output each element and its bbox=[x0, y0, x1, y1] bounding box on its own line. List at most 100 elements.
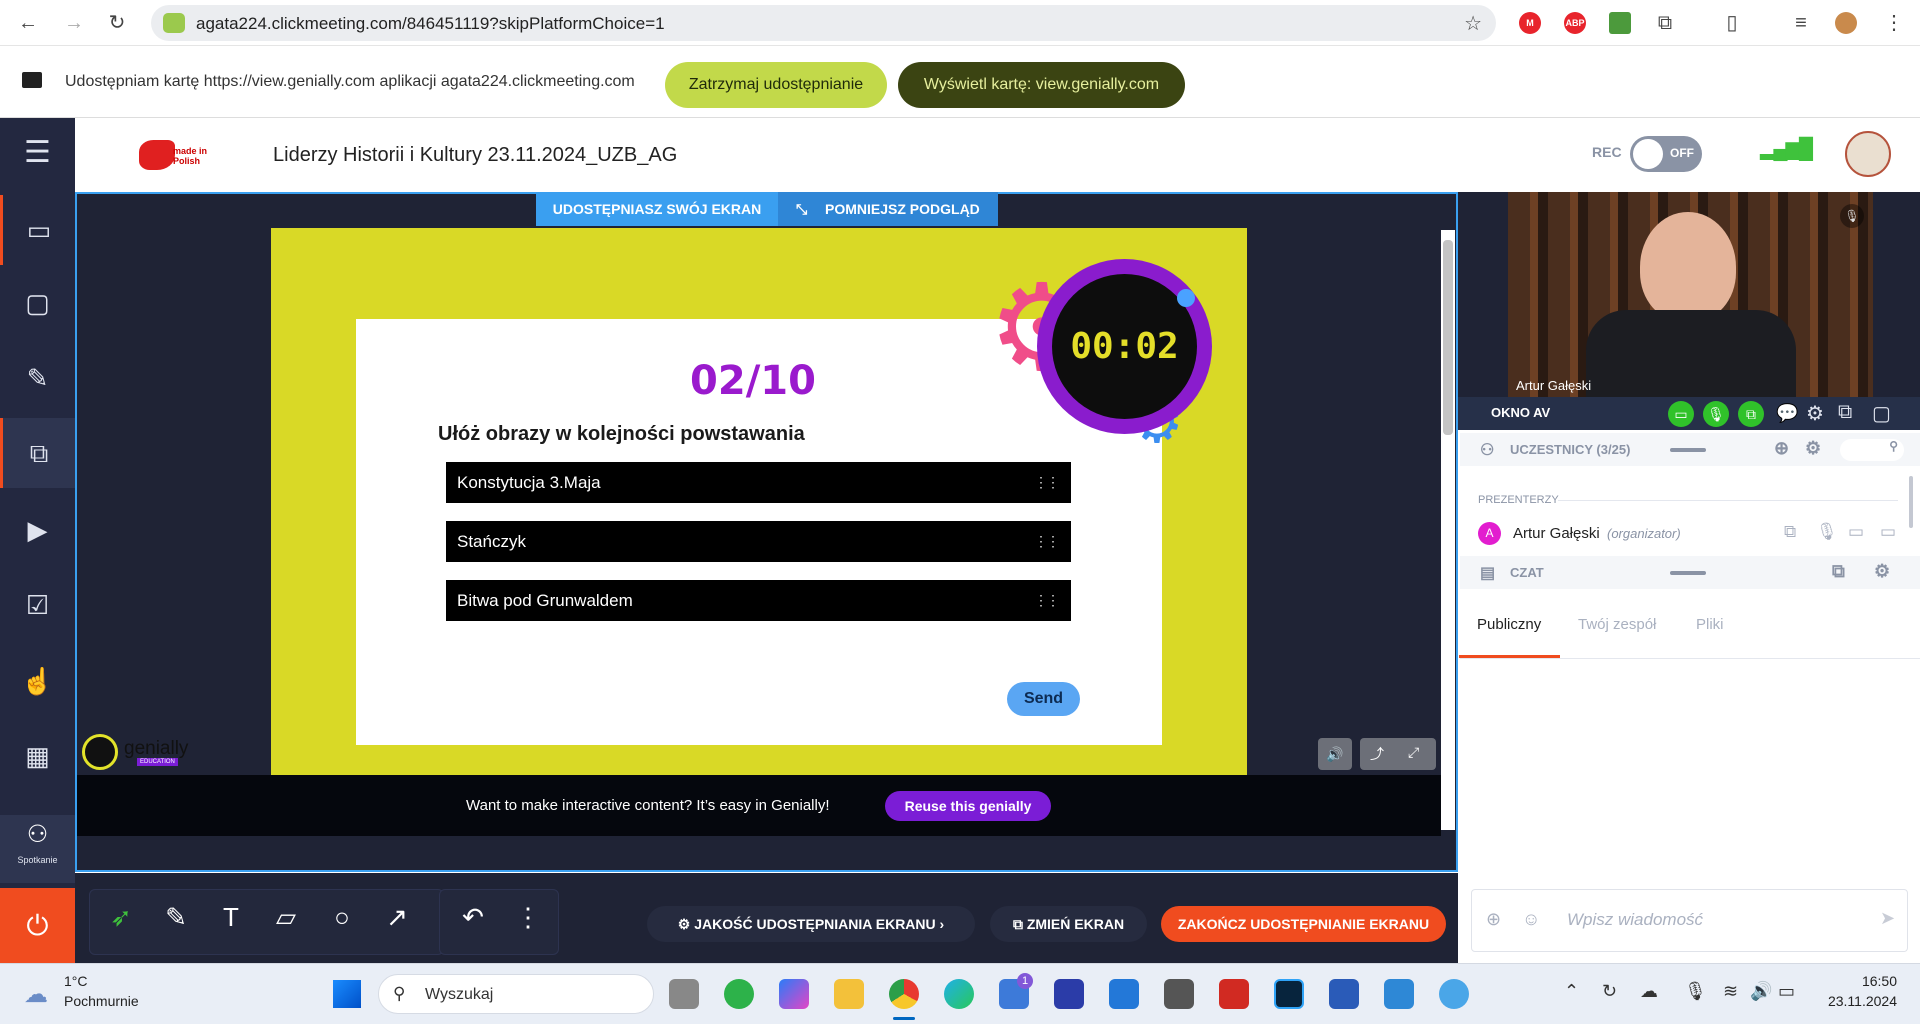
folder-icon[interactable]: ▢ bbox=[0, 268, 75, 338]
edge-icon[interactable] bbox=[944, 979, 974, 1009]
onedrive-cloud-icon[interactable]: ☁ bbox=[1640, 981, 1658, 1002]
circle-tool-icon[interactable]: ○ bbox=[324, 899, 360, 935]
adblock-extension-icon[interactable]: ABP bbox=[1564, 12, 1586, 34]
chrome-icon[interactable] bbox=[889, 979, 919, 1009]
tab-twoj-zespol[interactable]: Twój zespół bbox=[1578, 616, 1656, 633]
pen-tool-icon[interactable]: ✎ bbox=[158, 899, 194, 935]
screen-share-icon[interactable]: ⧉ bbox=[0, 418, 75, 488]
tray-chevron-up-icon[interactable]: ⌃ bbox=[1564, 981, 1579, 1002]
change-screen-button[interactable]: ⧉ ZMIEŃ EKRAN bbox=[990, 906, 1147, 942]
pointer-tool-icon[interactable]: ➶ bbox=[103, 899, 139, 935]
microphone-icon[interactable]: 🎙 bbox=[1684, 981, 1707, 1002]
file-explorer-icon[interactable] bbox=[834, 979, 864, 1009]
participants-settings-icon[interactable]: ⚙ bbox=[1805, 438, 1821, 459]
volume-tray-icon[interactable]: 🔊 bbox=[1750, 981, 1772, 1002]
camera-on-icon[interactable]: ▭ bbox=[1668, 401, 1694, 427]
arrow-tool-icon[interactable]: ↗ bbox=[379, 899, 415, 935]
volume-icon[interactable]: 🔊 bbox=[1318, 738, 1352, 770]
copilot-icon[interactable] bbox=[779, 979, 809, 1009]
reading-list-icon[interactable]: ▯ bbox=[1720, 11, 1744, 35]
app-icon[interactable] bbox=[1164, 979, 1194, 1009]
sticky-note-tool-icon[interactable]: ▱ bbox=[268, 899, 304, 935]
undo-icon[interactable]: ↶ bbox=[455, 899, 491, 935]
send-message-icon[interactable]: ➤ bbox=[1880, 908, 1895, 929]
edit-note-icon[interactable]: ✎ bbox=[0, 343, 75, 413]
media-control-icon[interactable]: ≡ bbox=[1789, 11, 1813, 35]
participants-header[interactable]: ⚇ UCZESTNICY (3/25) ⊕ ⚙ ⚲ bbox=[1460, 433, 1920, 466]
calendar-icon[interactable] bbox=[1109, 979, 1139, 1009]
sync-icon[interactable]: ↻ bbox=[1602, 981, 1617, 1002]
order-item[interactable]: Konstytucja 3.Maja ⋮⋮ bbox=[446, 462, 1071, 503]
video-camera-icon[interactable]: ▭ bbox=[0, 195, 75, 265]
share-icon[interactable]: ⤴ bbox=[1370, 744, 1384, 764]
rec-toggle[interactable]: OFF bbox=[1630, 136, 1702, 172]
screen-share-active-icon[interactable]: ⧉ bbox=[1738, 401, 1764, 427]
presenter-camera-icon[interactable]: ▭ bbox=[1848, 522, 1864, 542]
clipboard-test-icon[interactable]: ☑ bbox=[0, 570, 75, 640]
drag-handle-icon[interactable]: ⋮⋮ bbox=[1034, 521, 1060, 562]
paint-icon[interactable] bbox=[1439, 979, 1469, 1009]
forward-icon[interactable]: → bbox=[62, 11, 86, 35]
menu-kebab-icon[interactable]: ⋮ bbox=[1882, 11, 1906, 35]
view-tab-button[interactable]: Wyświetl kartę: view.genially.com bbox=[898, 62, 1185, 108]
task-view-icon[interactable] bbox=[669, 979, 699, 1009]
end-sharing-button[interactable]: ZAKOŃCZ UDOSTĘPNIANIE EKRANU bbox=[1161, 906, 1446, 942]
share-quality-button[interactable]: ⚙ JAKOŚĆ UDOSTĘPNIANIA EKRANU › bbox=[647, 906, 975, 942]
pop-out-icon[interactable]: ⧉ bbox=[1838, 401, 1852, 424]
send-button[interactable]: Send bbox=[1007, 682, 1080, 716]
participants-scrollbar[interactable] bbox=[1909, 476, 1913, 528]
chat-bubble-icon[interactable]: 💬 bbox=[1776, 403, 1798, 424]
presenter-mic-icon[interactable]: 🎙 bbox=[1816, 522, 1838, 542]
emoji-icon[interactable]: ☺ bbox=[1522, 909, 1540, 930]
profile-avatar[interactable] bbox=[1835, 12, 1857, 34]
word-icon[interactable] bbox=[1329, 979, 1359, 1009]
address-bar[interactable]: agata224.clickmeeting.com/846451119?skip… bbox=[151, 5, 1496, 41]
media-player-icon[interactable]: ▶ bbox=[0, 495, 75, 565]
apps-grid-icon[interactable]: ▦ bbox=[0, 721, 75, 791]
chat-settings-icon[interactable]: ⚙ bbox=[1874, 561, 1890, 582]
add-participant-icon[interactable]: ⊕ bbox=[1774, 438, 1789, 459]
windows-start-icon[interactable] bbox=[333, 980, 361, 1008]
user-avatar[interactable] bbox=[1845, 131, 1891, 177]
whiteboard-touch-icon[interactable]: ☝ bbox=[0, 646, 75, 716]
tab-publiczny[interactable]: Publiczny bbox=[1477, 616, 1541, 633]
chat-header[interactable]: ▤ CZAT ⧉ ⚙ bbox=[1460, 556, 1920, 589]
back-icon[interactable]: ← bbox=[16, 11, 40, 35]
wifi-icon[interactable]: ≋ bbox=[1723, 981, 1738, 1002]
bookmark-star-icon[interactable]: ☆ bbox=[1464, 11, 1482, 36]
settings-gear-icon[interactable]: ⚙ bbox=[1806, 401, 1824, 426]
photos-icon[interactable] bbox=[1384, 979, 1414, 1009]
presenter-share-icon[interactable]: ⧉ bbox=[1784, 522, 1796, 542]
chat-popout-icon[interactable]: ⧉ bbox=[1832, 561, 1845, 582]
window-mode-icon[interactable]: ▢ bbox=[1872, 401, 1891, 426]
message-input[interactable]: Wpisz wiadomość bbox=[1567, 910, 1703, 930]
extensions-icon[interactable]: ⧉ bbox=[1653, 11, 1677, 35]
taskbar-search[interactable]: ⚲ Wyszukaj bbox=[378, 974, 654, 1014]
more-options-icon[interactable]: ⋮ bbox=[510, 899, 546, 935]
stop-sharing-button[interactable]: Zatrzymaj udostępnianie bbox=[665, 62, 887, 108]
url-text[interactable]: agata224.clickmeeting.com/846451119?skip… bbox=[196, 14, 665, 34]
kaspersky-icon[interactable] bbox=[724, 979, 754, 1009]
collapse-handle[interactable] bbox=[1670, 448, 1706, 452]
battery-icon[interactable]: ▭ bbox=[1778, 981, 1795, 1002]
participants-search-icon[interactable]: ⚲ bbox=[1840, 439, 1904, 461]
hamburger-menu-icon[interactable]: ☰ bbox=[0, 118, 75, 188]
gmail-extension-icon[interactable]: M bbox=[1519, 12, 1541, 34]
google-extension-icon[interactable] bbox=[1609, 12, 1631, 34]
tab-pliki[interactable]: Pliki bbox=[1696, 616, 1724, 633]
reuse-genially-button[interactable]: Reuse this genially bbox=[885, 791, 1051, 821]
presenter-desktop-icon[interactable]: ▭ bbox=[1880, 522, 1896, 542]
photoshop-icon[interactable] bbox=[1274, 979, 1304, 1009]
collapse-handle[interactable] bbox=[1670, 571, 1706, 575]
app-icon[interactable] bbox=[1054, 979, 1084, 1009]
acrobat-icon[interactable] bbox=[1219, 979, 1249, 1009]
shrink-preview-button[interactable]: ⤡ POMNIEJSZ PODGLĄD bbox=[778, 192, 998, 226]
clock-time[interactable]: 16:50 bbox=[1827, 973, 1897, 989]
power-exit-icon[interactable]: ⏻ bbox=[0, 888, 75, 963]
add-attachment-icon[interactable]: ⊕ bbox=[1486, 909, 1501, 930]
stage-scrollbar[interactable] bbox=[1441, 230, 1455, 830]
reload-icon[interactable]: ↻ bbox=[105, 11, 129, 35]
drag-handle-icon[interactable]: ⋮⋮ bbox=[1034, 580, 1060, 621]
order-item[interactable]: Bitwa pod Grunwaldem ⋮⋮ bbox=[446, 580, 1071, 621]
fullscreen-icon[interactable]: ⤢ bbox=[1408, 744, 1419, 761]
